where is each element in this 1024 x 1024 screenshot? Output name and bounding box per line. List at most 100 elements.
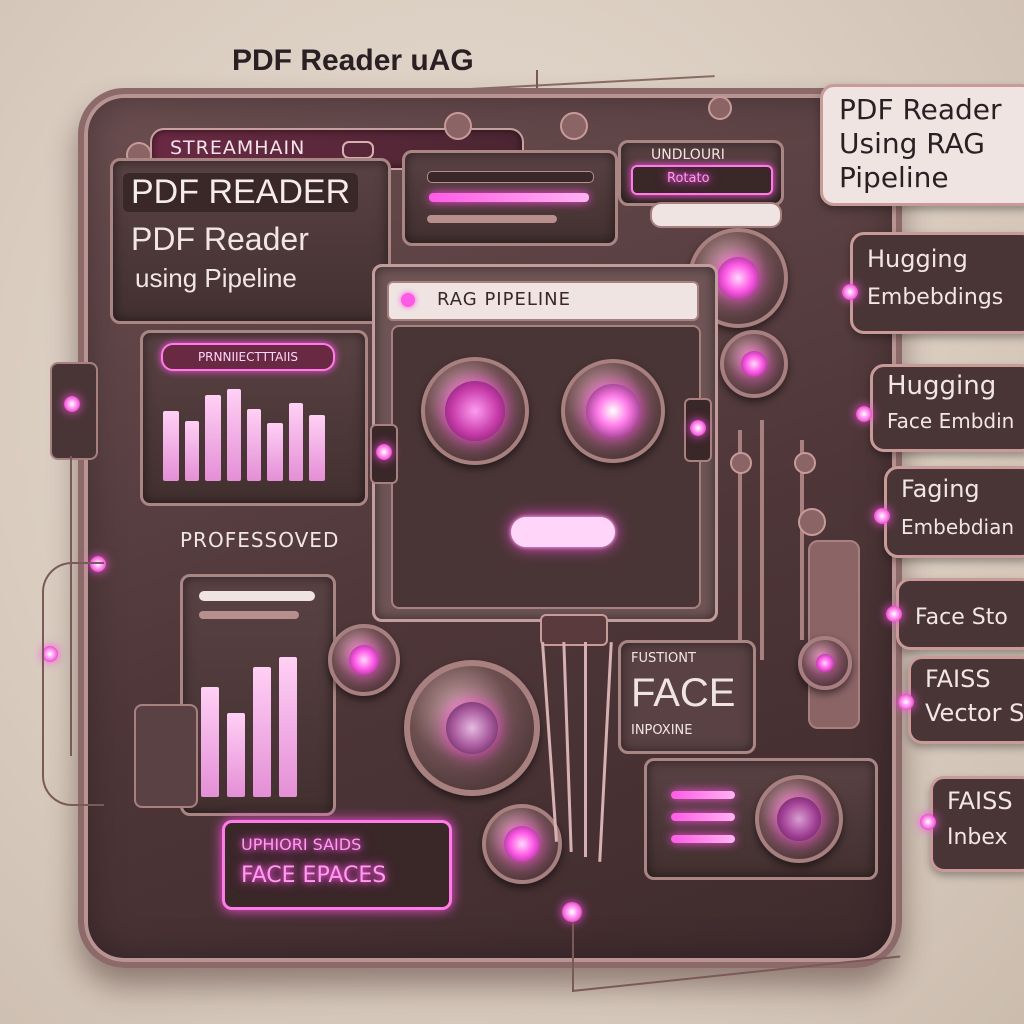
side-tag-face-embed[interactable]: Hugging Face Embdin: [870, 364, 1024, 452]
left-controller-led: [64, 396, 80, 412]
chart-bar: [185, 421, 199, 481]
bottom-slider-3[interactable]: [671, 835, 735, 843]
left-wire-loop: [42, 562, 104, 806]
header-icon-4[interactable]: [708, 96, 732, 120]
info-panel: [402, 150, 618, 246]
side-tag-faiss-vector[interactable]: FAISS Vector S: [908, 656, 1024, 744]
chart-bar: [289, 403, 303, 481]
left-eye-icon: [421, 357, 529, 465]
face-word: FACE: [631, 671, 736, 715]
tag-led-3: [874, 508, 890, 524]
rag-window-title: RAG PIPELINE: [437, 289, 572, 310]
side-tag-faiss-vector-line2: Vector S: [925, 699, 1024, 727]
tag-led-5: [898, 694, 914, 710]
rag-connector: [540, 614, 608, 646]
side-tag-embeddings-line2: Embebdings: [867, 285, 1004, 310]
tag-led-6: [920, 814, 936, 830]
chart-bar: [205, 395, 221, 481]
right-slider-2[interactable]: [760, 420, 764, 660]
left-widget-label: PROFESSOVED: [180, 528, 340, 552]
face-sub: INPOXINE: [631, 723, 693, 738]
info-slider-top[interactable]: [427, 171, 594, 183]
window-dot-icon: [401, 293, 415, 307]
side-tag-face-store[interactable]: Face Sto: [896, 578, 1024, 650]
display-button[interactable]: Rotato: [631, 165, 773, 195]
rag-window-face: [391, 325, 701, 609]
display-button-label: Rotato: [667, 171, 710, 186]
center-dial-large[interactable]: [404, 660, 540, 796]
side-tag-faging-line2: Embebdian: [901, 515, 1014, 539]
bottom-label-line2: FACE EPACES: [241, 863, 387, 888]
right-slider-knob-2[interactable]: [794, 452, 816, 474]
side-tag-title-line2: Using RAG: [839, 127, 985, 160]
tag-led-4: [886, 606, 902, 622]
right-tall-box: [808, 540, 860, 729]
rag-side-led-right: [690, 420, 706, 436]
side-tag-faiss-index-line2: Inbex: [947, 825, 1008, 850]
side-tag-faging-line1: Faging: [901, 475, 980, 503]
side-tag-face-embed-line1: Hugging: [887, 371, 997, 401]
rag-side-led-left: [376, 444, 392, 460]
chart-bar: [247, 409, 261, 481]
bottom-right-knob[interactable]: [755, 775, 843, 863]
rag-window: RAG PIPELINE: [372, 264, 718, 622]
bottom-cable-led: [562, 902, 582, 922]
display-toggle[interactable]: [650, 202, 782, 228]
info-slider-low[interactable]: [427, 215, 557, 223]
right-knob-small[interactable]: [798, 636, 852, 690]
title-line-3: using Pipeline: [135, 263, 297, 293]
left-widget-chart: [163, 389, 343, 481]
brand-label: STREAMHAIN: [170, 137, 306, 159]
lower-chart-header: [199, 591, 315, 601]
side-tag-face-embed-line2: Face Embdin: [887, 409, 1015, 433]
header-toggle[interactable]: [342, 141, 374, 159]
lower-chart: [201, 657, 315, 797]
title-panel: PDF READER PDF Reader using Pipeline: [110, 158, 391, 324]
face-caption: FUSTIONT: [631, 651, 696, 666]
side-tag-embeddings[interactable]: Hugging Embebdings: [850, 232, 1024, 334]
left-plug[interactable]: [134, 704, 198, 808]
right-slider-knob-3[interactable]: [798, 508, 826, 536]
side-tag-title[interactable]: PDF Reader Using RAG Pipeline: [820, 84, 1024, 206]
bottom-label-line1: UPHIORI SAIDS: [241, 835, 362, 854]
face-panel: FUSTIONT FACE INPOXINE: [618, 640, 756, 754]
side-tag-embeddings-line1: Hugging: [867, 245, 968, 273]
chart-bar: [267, 423, 283, 481]
left-widget-header: PRNNIIECTTTAIIS: [161, 343, 335, 371]
rag-window-titlebar: RAG PIPELINE: [387, 281, 699, 321]
right-slider-knob-1[interactable]: [730, 452, 752, 474]
chart-bar: [201, 687, 219, 797]
chart-bar: [163, 411, 179, 481]
bottom-right-panel: [644, 758, 878, 880]
side-tag-faiss-index[interactable]: FAISS Inbex: [930, 776, 1024, 872]
display-label: UNDLOURI: [651, 147, 725, 163]
left-widget: PRNNIIECTTTAIIS: [140, 330, 368, 506]
lower-chart-sub: [199, 611, 299, 619]
header-icon-3[interactable]: [560, 112, 588, 140]
mouth-indicator: [511, 517, 615, 547]
center-knob-small[interactable]: [328, 624, 400, 696]
bottom-slider-2[interactable]: [671, 813, 735, 821]
chart-bar: [279, 657, 297, 797]
info-slider-neon[interactable]: [429, 193, 589, 202]
chart-bar: [227, 389, 241, 481]
side-tag-faiss-vector-line1: FAISS: [925, 665, 991, 693]
side-tag-title-line3: Pipeline: [839, 161, 949, 194]
title-line-1: PDF READER: [123, 173, 359, 212]
chart-bar: [309, 415, 325, 481]
side-tag-faiss-index-line1: FAISS: [947, 787, 1013, 815]
bottom-knob[interactable]: [482, 804, 562, 884]
bottom-slider-1[interactable]: [671, 791, 735, 799]
side-tag-title-line1: PDF Reader: [839, 93, 1002, 126]
side-tag-face-store-line1: Face Sto: [915, 605, 1008, 630]
display-panel: UNDLOURI Rotato: [618, 140, 784, 206]
side-tag-faging[interactable]: Faging Embebdian: [884, 466, 1024, 558]
right-knob-mid[interactable]: [720, 330, 788, 398]
right-eye-icon: [561, 359, 665, 463]
cable-3: [584, 642, 587, 857]
bottom-label-panel: UPHIORI SAIDS FACE EPACES: [222, 820, 452, 910]
tag-led-1: [842, 284, 858, 300]
chart-bar: [253, 667, 271, 797]
chart-bar: [227, 713, 245, 797]
header-icon-2[interactable]: [444, 112, 472, 140]
